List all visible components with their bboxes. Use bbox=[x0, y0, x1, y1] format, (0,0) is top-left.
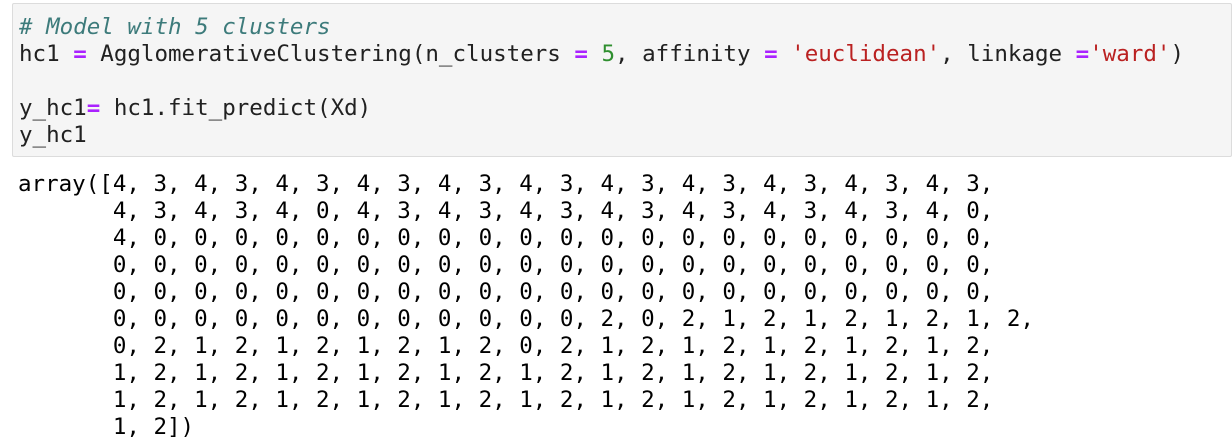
code-token-close: ) bbox=[1170, 41, 1185, 67]
code-token-string: 'euclidean' bbox=[791, 41, 941, 67]
notebook-cell: # Model with 5 clusters hc1 = Agglomerat… bbox=[0, 0, 1232, 446]
output-line: 0, 2, 1, 2, 1, 2, 1, 2, 1, 2, 0, 2, 1, 2… bbox=[18, 333, 994, 359]
code-line-echo: y_hc1 bbox=[19, 122, 87, 148]
code-token-assign: = bbox=[73, 41, 87, 67]
code-token-assign: = bbox=[86, 95, 101, 121]
code-token-string: 'ward' bbox=[1089, 41, 1171, 67]
output-line: 0, 0, 0, 0, 0, 0, 0, 0, 0, 0, 0, 0, 0, 0… bbox=[18, 279, 994, 305]
code-token-number: 5 bbox=[601, 41, 616, 67]
code-input-area[interactable]: # Model with 5 clusters hc1 = Agglomerat… bbox=[12, 3, 1232, 157]
code-line-predict: y_hc1= hc1.fit_predict(Xd) bbox=[19, 95, 371, 122]
output-line: 1, 2]) bbox=[18, 414, 195, 440]
code-token-eq: = bbox=[574, 41, 588, 67]
output-line: 4, 0, 0, 0, 0, 0, 0, 0, 0, 0, 0, 0, 0, 0… bbox=[18, 225, 994, 251]
output-line: array([4, 3, 4, 3, 4, 3, 4, 3, 4, 3, 4, … bbox=[18, 171, 994, 197]
code-token-eq: = bbox=[1075, 41, 1090, 67]
code-token-call: AgglomerativeClustering(n_clusters bbox=[100, 41, 561, 67]
cell-output-area: array([4, 3, 4, 3, 4, 3, 4, 3, 4, 3, 4, … bbox=[18, 168, 1218, 440]
code-token-arg: , affinity bbox=[615, 41, 751, 67]
code-token-arg: , linkage bbox=[940, 41, 1063, 67]
code-comment: # Model with 5 clusters bbox=[19, 14, 331, 40]
output-line: 4, 3, 4, 3, 4, 0, 4, 3, 4, 3, 4, 3, 4, 3… bbox=[18, 198, 994, 224]
code-line-model: hc1 = AgglomerativeClustering(n_clusters… bbox=[19, 41, 1184, 68]
code-token-call: hc1.fit_predict(Xd) bbox=[100, 95, 372, 121]
output-line: 1, 2, 1, 2, 1, 2, 1, 2, 1, 2, 1, 2, 1, 2… bbox=[18, 387, 994, 413]
code-token-var: y_hc1 bbox=[19, 95, 87, 121]
output-line: 0, 0, 0, 0, 0, 0, 0, 0, 0, 0, 0, 0, 2, 0… bbox=[18, 306, 1034, 332]
output-line: 0, 0, 0, 0, 0, 0, 0, 0, 0, 0, 0, 0, 0, 0… bbox=[18, 252, 994, 278]
code-token-var: hc1 bbox=[19, 41, 60, 67]
code-token-eq: = bbox=[764, 41, 778, 67]
output-line: 1, 2, 1, 2, 1, 2, 1, 2, 1, 2, 1, 2, 1, 2… bbox=[18, 360, 994, 386]
